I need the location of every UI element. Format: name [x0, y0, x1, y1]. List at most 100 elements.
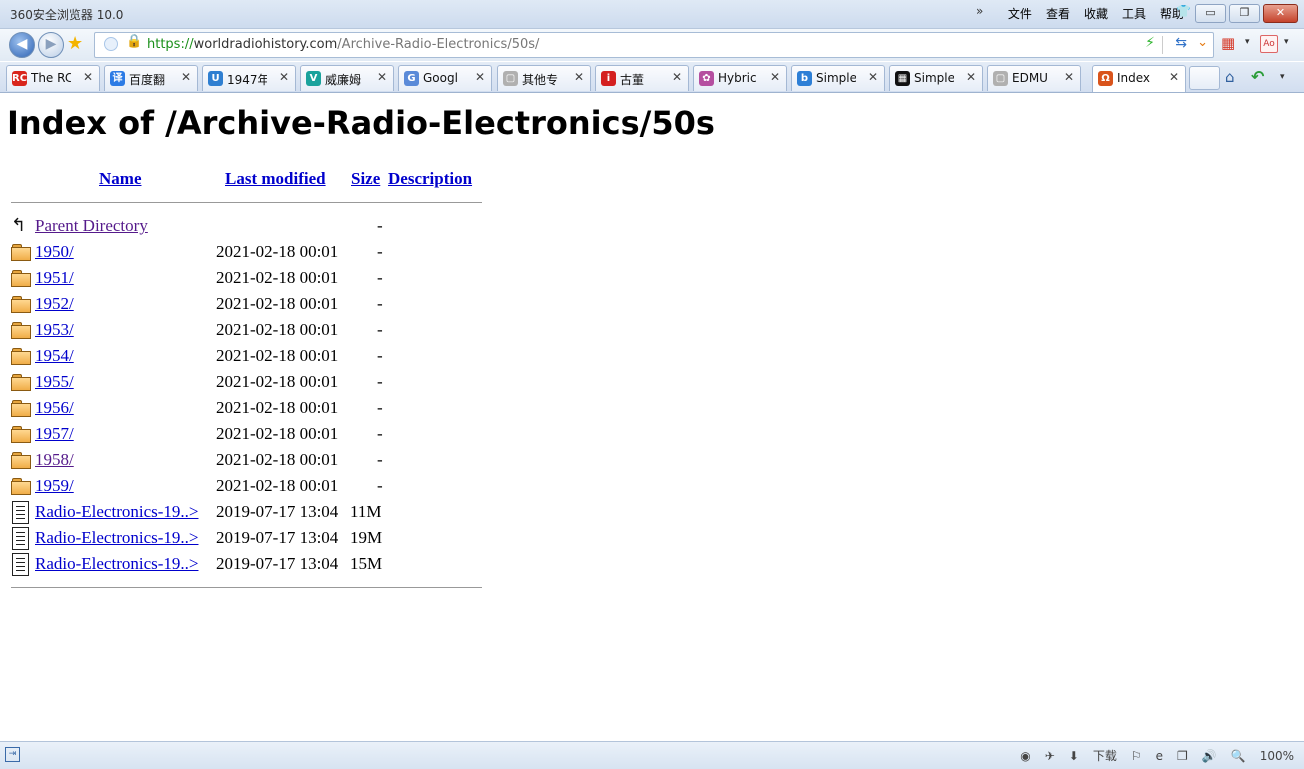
window-controls: ▭ ❐ ✕ [1195, 4, 1298, 23]
minimize-button[interactable]: ▭ [1195, 4, 1226, 23]
file-size: 15M [350, 554, 383, 573]
tab-2[interactable]: 译百度翻 ✕ [104, 65, 198, 91]
title-bar: 360安全浏览器 10.0 » 文件 查看 收藏 工具 帮助 👕 ▭ ❐ ✕ [0, 0, 1304, 29]
file-size: - [377, 372, 383, 391]
sidebar-toggle-icon[interactable]: ⇥ [5, 747, 20, 762]
pdf-dropdown-icon[interactable]: ▾ [1284, 37, 1289, 47]
folder-link[interactable]: 1956/ [35, 398, 74, 418]
tab-close-icon[interactable]: ✕ [1169, 70, 1179, 84]
forward-button[interactable]: ▶ [38, 32, 64, 58]
table-row: 1957/2021-02-18 00:01 - [11, 422, 491, 448]
menu-tools[interactable]: 工具 [1122, 5, 1146, 22]
tab-3[interactable]: U 1947年 ✕ [202, 65, 296, 91]
folder-icon [11, 296, 31, 313]
menu-favorites[interactable]: 收藏 [1084, 5, 1108, 22]
tab-favicon-icon: RCA [12, 71, 27, 86]
tab-favicon-icon: ▢ [503, 71, 518, 86]
folder-link[interactable]: 1959/ [35, 476, 74, 496]
tab-label: Simple [914, 71, 954, 85]
tab-6[interactable]: ▢ 其他专 ✕ [497, 65, 591, 91]
security-status-icon[interactable]: ◉ [1020, 749, 1030, 763]
tab-7[interactable]: i 古董 ✕ [595, 65, 689, 91]
parent-directory-link[interactable]: Parent Directory [35, 216, 148, 236]
ie-mode-icon[interactable]: e [1156, 749, 1163, 763]
close-button[interactable]: ✕ [1263, 4, 1298, 23]
folder-icon [11, 374, 31, 391]
speed-mode-icon[interactable]: ⚡ [1145, 35, 1155, 51]
apps-grid-icon[interactable]: ▦ [1221, 34, 1235, 52]
menu-view[interactable]: 查看 [1046, 5, 1070, 22]
tab-label: Simple [816, 71, 856, 85]
tab-close-icon[interactable]: ✕ [672, 70, 682, 84]
menu-file[interactable]: 文件 [1008, 5, 1032, 22]
file-link[interactable]: Radio-Electronics-19..> [35, 554, 198, 574]
folder-link[interactable]: 1955/ [35, 372, 74, 392]
folder-link[interactable]: 1958/ [35, 450, 74, 470]
column-header-name[interactable]: Name [99, 169, 141, 189]
tab-favicon-icon: U [208, 71, 223, 86]
tab-1[interactable]: RCA The RC ✕ [6, 65, 100, 91]
tab-close-icon[interactable]: ✕ [574, 70, 584, 84]
tab-label: Hybric [718, 71, 757, 85]
tab-12[interactable]: Ω Index ✕ [1092, 65, 1186, 92]
folder-link[interactable]: 1951/ [35, 268, 74, 288]
tab-close-icon[interactable]: ✕ [770, 70, 780, 84]
download-icon[interactable]: ⬇ [1069, 749, 1079, 763]
tab-close-icon[interactable]: ✕ [475, 70, 485, 84]
tab-close-icon[interactable]: ✕ [377, 70, 387, 84]
file-link[interactable]: Radio-Electronics-19..> [35, 502, 198, 522]
favorite-star-icon[interactable]: ★ [67, 33, 83, 54]
download-label[interactable]: 下载 [1093, 747, 1117, 764]
undo-dropdown-icon[interactable]: ▾ [1280, 72, 1285, 82]
file-size: - [377, 294, 383, 313]
last-modified: 2019-07-17 13:04 [216, 502, 339, 521]
column-header-size[interactable]: Size [351, 169, 380, 189]
tab-9[interactable]: b Simple ✕ [791, 65, 885, 91]
file-link[interactable]: Radio-Electronics-19..> [35, 528, 198, 548]
skin-icon[interactable]: 👕 [1176, 4, 1191, 18]
folder-icon [11, 452, 31, 469]
address-dropdown-icon[interactable]: ⌄ [1197, 35, 1208, 50]
last-modified: 2021-02-18 00:01 [216, 424, 339, 443]
folder-link[interactable]: 1957/ [35, 424, 74, 444]
tab-close-icon[interactable]: ✕ [83, 70, 93, 84]
home-icon[interactable]: ⌂ [1225, 68, 1235, 86]
tab-close-icon[interactable]: ✕ [279, 70, 289, 84]
folder-link[interactable]: 1952/ [35, 294, 74, 314]
column-header-last-modified[interactable]: Last modified [225, 169, 326, 189]
apps-dropdown-icon[interactable]: ▾ [1245, 37, 1250, 47]
column-header-description[interactable]: Description [388, 169, 472, 189]
undo-close-tab-icon[interactable]: ↶ [1251, 67, 1264, 86]
tab-label: Index [1117, 71, 1151, 85]
tab-close-icon[interactable]: ✕ [181, 70, 191, 84]
tab-favicon-icon: Ω [1098, 71, 1113, 86]
folder-link[interactable]: 1950/ [35, 242, 74, 262]
zoom-level[interactable]: 100% [1260, 749, 1294, 763]
tab-4[interactable]: V 威廉姆 ✕ [300, 65, 394, 91]
new-tab-button[interactable] [1189, 66, 1220, 90]
tab-close-icon[interactable]: ✕ [868, 70, 878, 84]
volume-icon[interactable]: 🔊 [1202, 749, 1217, 763]
address-bar[interactable]: 🔒 https://worldradiohistory.com/Archive-… [94, 32, 1214, 58]
url-text[interactable]: https://worldradiohistory.com/Archive-Ra… [147, 37, 539, 52]
tab-11[interactable]: ▢ EDMU ✕ [987, 65, 1081, 91]
pdf-icon[interactable]: Ao [1260, 35, 1278, 53]
window-mode-icon[interactable]: ❐ [1177, 749, 1188, 763]
accelerate-icon[interactable]: ✈ [1045, 749, 1055, 763]
tab-close-icon[interactable]: ✕ [1064, 70, 1074, 84]
last-modified: 2021-02-18 00:01 [216, 242, 339, 261]
folder-link[interactable]: 1954/ [35, 346, 74, 366]
back-button[interactable]: ◀ [9, 32, 35, 58]
folder-link[interactable]: 1953/ [35, 320, 74, 340]
tab-close-icon[interactable]: ✕ [966, 70, 976, 84]
tab-5[interactable]: G Googl ✕ [398, 65, 492, 91]
report-icon[interactable]: ⚐ [1131, 749, 1142, 763]
compat-mode-icon[interactable]: ⇆ [1175, 35, 1187, 51]
navigation-bar: ◀ ▶ ★ 🔒 https://worldradiohistory.com/Ar… [0, 29, 1304, 61]
zoom-icon[interactable]: 🔍 [1231, 749, 1246, 763]
status-bar: ⇥ ◉ ✈ ⬇ 下载 ⚐ e ❐ 🔊 🔍 100% [0, 741, 1304, 769]
restore-button[interactable]: ❐ [1229, 4, 1260, 23]
tab-8[interactable]: ✿ Hybric ✕ [693, 65, 787, 91]
tab-10[interactable]: ▦ Simple ✕ [889, 65, 983, 91]
menu-overflow-icon[interactable]: » [976, 4, 983, 18]
